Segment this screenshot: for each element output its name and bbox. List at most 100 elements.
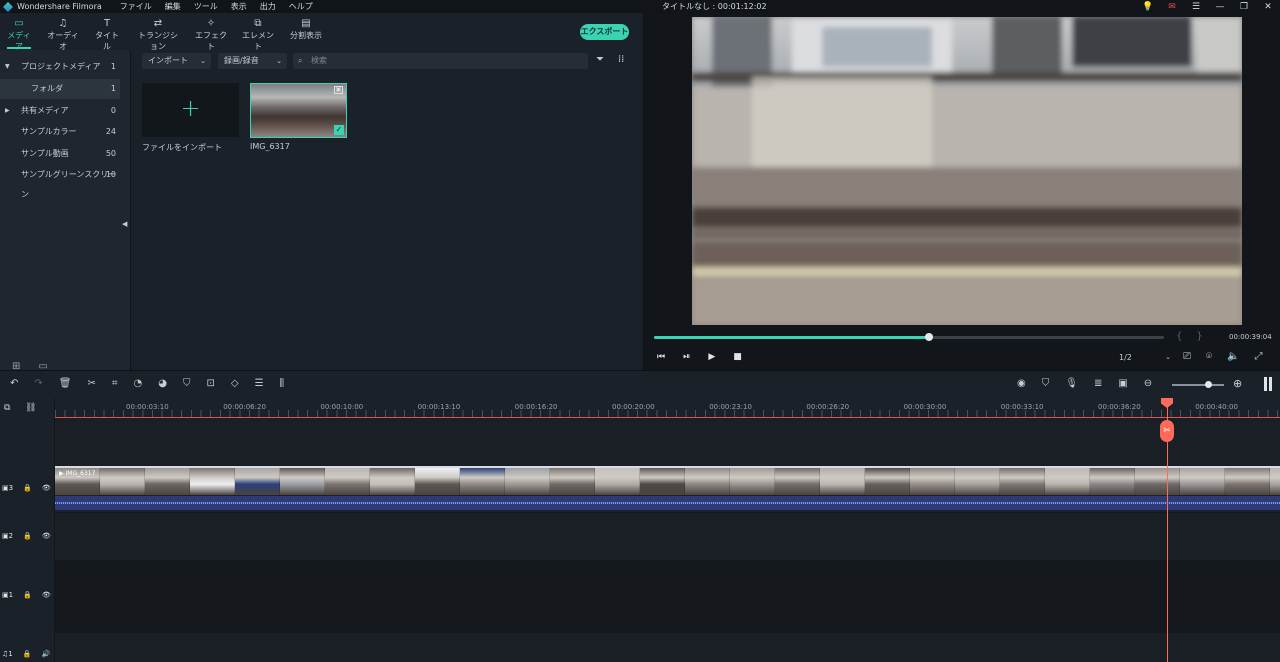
cut-icon[interactable]: ✂ (87, 378, 95, 389)
sidebar-item-sample-colors[interactable]: サンプルカラー 24 (0, 122, 120, 142)
tab-media[interactable]: ▭ メディア (5, 17, 33, 52)
import-media-tile[interactable]: + (142, 83, 239, 137)
menu-file[interactable]: ファイル (120, 1, 152, 12)
zoom-in-icon[interactable]: ⊕ (1233, 377, 1242, 390)
adjust-icon[interactable]: ☰ (255, 378, 264, 389)
voiceover-icon[interactable]: ≣ (1094, 378, 1102, 389)
import-dropdown[interactable]: インポート ⌄ (142, 53, 211, 69)
minimize-icon[interactable]: — (1208, 2, 1232, 12)
snapshot-icon[interactable]: ▣ (1118, 378, 1127, 389)
chevron-down-icon: ⌄ (1165, 353, 1171, 361)
timeline-ruler[interactable]: 00:00:03:10 00:00:06:20 00:00:10:00 00:00:1… (55, 398, 1280, 418)
audio-waveform-icon[interactable]: ⫼ (280, 378, 285, 389)
preview-quality-select[interactable]: 1/2 ⌄ (1119, 353, 1171, 362)
tab-transition[interactable]: ⇄ トランジション (136, 17, 180, 52)
crop-icon[interactable]: ⌗ (112, 378, 118, 389)
marker-icon[interactable]: ⛉ (183, 378, 191, 389)
sidebar-item-sample-green-screen[interactable]: サンプルグリーンスクリーン 10 (0, 165, 120, 199)
menu-view[interactable]: 表示 (231, 1, 247, 12)
maximize-icon[interactable]: ❐ (1232, 2, 1256, 12)
expand-down-icon[interactable]: ▼ (5, 57, 10, 77)
sidebar-item-label: 共有メディア (21, 106, 69, 115)
preview-scrubber[interactable] (654, 333, 1164, 341)
eye-icon[interactable]: 👁 (42, 532, 51, 540)
export-button[interactable]: エクスポート (580, 24, 629, 40)
menu-export[interactable]: 出力 (260, 1, 276, 12)
play-frame-icon[interactable]: ⏯ (683, 352, 690, 362)
lock-icon[interactable]: 🔒 (23, 591, 32, 599)
tool-tabs: ▭ メディア ♫ オーディオ T タイトル ⇄ トランジション ✧ エフェクト … (0, 13, 642, 52)
speaker-icon[interactable]: 🔊 (41, 650, 50, 658)
color-icon[interactable]: ◕ (158, 378, 167, 389)
tab-element[interactable]: ⧉ エレメント (242, 17, 274, 52)
zoom-slider-handle[interactable] (1205, 381, 1213, 388)
scissors-icon[interactable]: ✂ (1160, 420, 1174, 442)
close-icon[interactable]: ✕ (1256, 2, 1280, 12)
track-video-2 (55, 512, 1280, 560)
tab-audio[interactable]: ♫ オーディオ (46, 17, 80, 52)
stop-icon[interactable]: ■ (733, 352, 742, 362)
menu-tools[interactable]: ツール (194, 1, 218, 12)
render-icon[interactable]: ◉ (1017, 378, 1026, 389)
redo-icon[interactable]: ↷ (34, 378, 42, 389)
lock-icon[interactable]: 🔒 (23, 532, 32, 540)
microphone-icon[interactable]: 🎙 (1065, 378, 1078, 389)
element-icon: ⧉ (254, 18, 262, 29)
sidebar-item-project-media[interactable]: ▼ プロジェクトメディア 1 (0, 57, 120, 77)
previous-frame-icon[interactable]: ⏮ (657, 352, 665, 362)
volume-icon[interactable]: 🔈 (1227, 351, 1239, 362)
filmstrip-frame (460, 468, 505, 495)
grid-view-icon[interactable]: ⁞⁞ (618, 54, 624, 65)
speed-icon[interactable]: ◔ (134, 378, 143, 389)
sidebar-item-count: 10 (105, 170, 116, 179)
eye-icon[interactable]: 👁 (42, 591, 51, 599)
keyframe-icon[interactable]: ◇ (231, 378, 239, 389)
lock-icon[interactable]: 🔒 (23, 650, 32, 658)
tab-effect[interactable]: ✧ エフェクト (195, 17, 227, 52)
media-sidebar: ▼ プロジェクトメディア 1 フォルダ 1 ▶ 共有メディア 0 サンプルカラー… (0, 50, 131, 372)
eye-icon[interactable]: 👁 (42, 484, 51, 492)
zoom-slider[interactable] (1172, 381, 1224, 388)
add-track-icon[interactable]: ⧉ (4, 403, 10, 413)
mail-icon[interactable]: ✉ (1160, 2, 1184, 12)
in-out-markers[interactable]: {} (1176, 331, 1217, 342)
monitor-icon[interactable]: ⎚ (1183, 351, 1191, 362)
delete-icon[interactable]: 🗑 (59, 378, 72, 389)
sidebar-item-shared-media[interactable]: ▶ 共有メディア 0 (0, 101, 120, 121)
menu-icon[interactable]: ☰ (1184, 2, 1208, 12)
video-clip[interactable]: ▶ IMG_6317 (55, 466, 1280, 495)
video-preview[interactable] (692, 17, 1242, 325)
undo-icon[interactable]: ↶ (10, 378, 18, 389)
tab-split-screen[interactable]: ▤ 分割表示 (289, 17, 323, 41)
clip-audio-waveform[interactable] (55, 496, 1280, 510)
media-clip-thumbnail[interactable]: ▣ ✓ (250, 83, 347, 138)
link-icon[interactable]: ⛓ (25, 403, 36, 413)
zoom-out-icon[interactable]: ⊖ (1144, 378, 1152, 389)
camera-icon[interactable]: ⌾ (1206, 351, 1212, 362)
filter-icon[interactable]: ⏷ (596, 54, 604, 65)
menu-bar: ファイル 編集 ツール 表示 出力 ヘルプ (120, 1, 313, 12)
filmstrip-frame (1045, 468, 1090, 495)
track-number: 1 (8, 591, 14, 599)
menu-help[interactable]: ヘルプ (289, 1, 313, 12)
menu-edit[interactable]: 編集 (165, 1, 181, 12)
expand-right-icon[interactable]: ▶ (5, 101, 10, 121)
stabilize-icon[interactable]: ⊡ (206, 378, 214, 389)
preview-scrubber-handle[interactable] (925, 333, 934, 341)
lock-icon[interactable]: 🔒 (23, 484, 32, 492)
playback-controls: ⏮ ⏯ ▶ ■ (657, 352, 742, 362)
filmstrip-frame (370, 468, 415, 495)
collapse-sidebar-icon[interactable]: ◀ (122, 220, 127, 228)
bulb-icon[interactable]: 💡 (1136, 2, 1160, 12)
pause-icon[interactable] (1264, 377, 1272, 391)
filmstrip-frame (685, 468, 730, 495)
tab-title[interactable]: T タイトル (92, 17, 122, 52)
record-dropdown[interactable]: 録画/録音 ⌄ (218, 53, 287, 69)
track-video-1 (55, 560, 1280, 632)
shield-icon[interactable]: ⛉ (1042, 378, 1050, 389)
fullscreen-icon[interactable]: ⤢ (1254, 351, 1262, 362)
sidebar-item-sample-videos[interactable]: サンプル動画 50 (0, 144, 120, 164)
play-icon[interactable]: ▶ (708, 352, 715, 362)
sidebar-item-folder[interactable]: フォルダ 1 (0, 79, 120, 99)
search-input[interactable]: ⌕ 検索 (293, 53, 588, 69)
